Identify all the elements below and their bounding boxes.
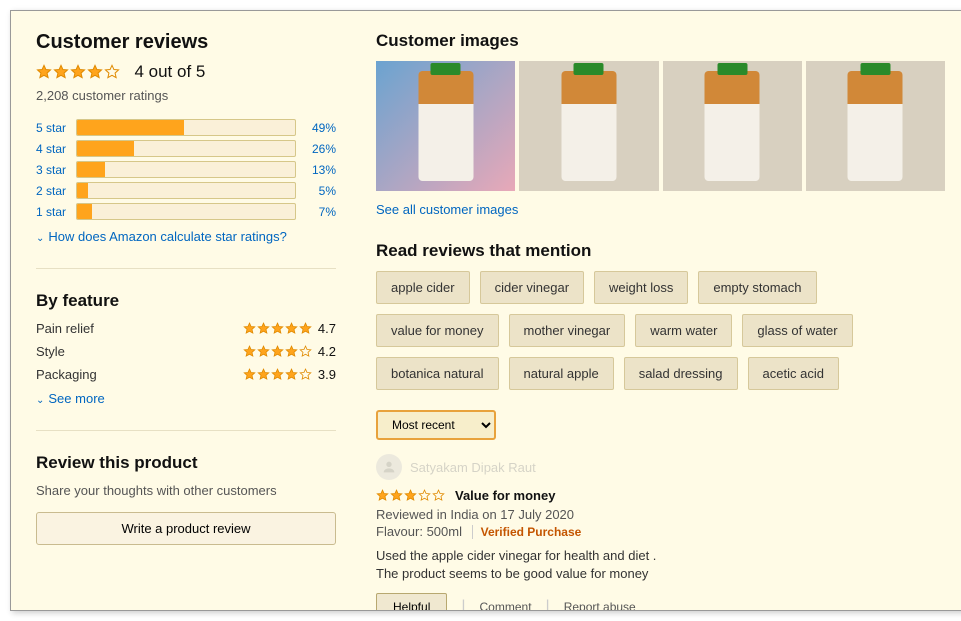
reviews-heading: Customer reviews: [36, 31, 336, 54]
review-stars: [376, 489, 445, 502]
overall-rating: 4 out of 5: [36, 62, 336, 82]
review-prompt: Share your thoughts with other customers: [36, 483, 336, 498]
hist-pct: 49%: [296, 121, 336, 135]
customer-image[interactable]: [663, 61, 802, 191]
mention-tag[interactable]: value for money: [376, 314, 499, 347]
ratings-count: 2,208 customer ratings: [36, 88, 336, 103]
calc-ratings-link[interactable]: ⌄How does Amazon calculate star ratings?: [36, 229, 287, 244]
hist-bar: [76, 161, 296, 178]
feature-row: Style 4.2: [36, 344, 336, 359]
hist-label: 1 star: [36, 205, 76, 219]
chevron-down-icon: ⌄: [36, 233, 44, 244]
feature-name: Style: [36, 344, 65, 359]
histogram-row[interactable]: 1 star 7%: [36, 203, 336, 220]
hist-pct: 5%: [296, 184, 336, 198]
hist-bar: [76, 203, 296, 220]
helpful-button[interactable]: Helpful: [376, 593, 447, 611]
hist-bar: [76, 140, 296, 157]
feature-score: 4.2: [318, 344, 336, 359]
by-feature-heading: By feature: [36, 291, 336, 311]
mention-tag[interactable]: glass of water: [742, 314, 852, 347]
hist-label: 2 star: [36, 184, 76, 198]
mention-tag[interactable]: cider vinegar: [480, 271, 584, 304]
hist-label: 5 star: [36, 121, 76, 135]
verified-purchase-badge: Verified Purchase: [472, 525, 582, 539]
feature-name: Packaging: [36, 367, 97, 382]
hist-pct: 7%: [296, 205, 336, 219]
sort-select[interactable]: Most recent: [376, 410, 496, 440]
histogram-row[interactable]: 5 star 49%: [36, 119, 336, 136]
histogram-row[interactable]: 3 star 13%: [36, 161, 336, 178]
hist-bar: [76, 182, 296, 199]
reviewer-byline[interactable]: Satyakam Dipak Raut: [376, 454, 945, 480]
customer-images-heading: Customer images: [376, 31, 945, 51]
comment-link[interactable]: Comment: [480, 600, 532, 611]
chevron-down-icon: ⌄: [36, 395, 44, 406]
feature-score: 3.9: [318, 367, 336, 382]
histogram-row[interactable]: 2 star 5%: [36, 182, 336, 199]
customer-image[interactable]: [519, 61, 658, 191]
review-date: Reviewed in India on 17 July 2020: [376, 507, 945, 522]
mention-tag[interactable]: apple cider: [376, 271, 470, 304]
feature-row: Pain relief 4.7: [36, 321, 336, 336]
mention-tag[interactable]: mother vinegar: [509, 314, 626, 347]
mention-tag[interactable]: botanica natural: [376, 357, 499, 390]
mention-tag[interactable]: empty stomach: [698, 271, 816, 304]
mention-tag[interactable]: warm water: [635, 314, 732, 347]
mention-tag[interactable]: weight loss: [594, 271, 688, 304]
customer-image[interactable]: [376, 61, 515, 191]
hist-bar: [76, 119, 296, 136]
see-more-features[interactable]: ⌄See more: [36, 391, 105, 406]
mention-tag[interactable]: natural apple: [509, 357, 614, 390]
rating-summary: 4 out of 5: [134, 62, 205, 81]
hist-label: 4 star: [36, 142, 76, 156]
feature-name: Pain relief: [36, 321, 94, 336]
reviewer-name: Satyakam Dipak Raut: [410, 460, 536, 475]
review-variant: Flavour: 500ml Verified Purchase: [376, 524, 945, 539]
hist-pct: 13%: [296, 163, 336, 177]
report-abuse-link[interactable]: Report abuse: [564, 600, 636, 611]
see-all-images-link[interactable]: See all customer images: [376, 202, 518, 217]
mention-tag[interactable]: salad dressing: [624, 357, 738, 390]
review-body: Used the apple cider vinegar for health …: [376, 547, 945, 583]
customer-images-strip: [376, 61, 945, 191]
hist-label: 3 star: [36, 163, 76, 177]
rating-histogram: 5 star 49% 4 star 26% 3 star 13% 2 star 5% 1…: [36, 119, 336, 220]
avatar-icon: [376, 454, 402, 480]
mentions-heading: Read reviews that mention: [376, 241, 945, 261]
review-title[interactable]: Value for money: [455, 488, 555, 503]
hist-pct: 26%: [296, 142, 336, 156]
review-this-heading: Review this product: [36, 453, 336, 473]
feature-score: 4.7: [318, 321, 336, 336]
mention-tag[interactable]: acetic acid: [748, 357, 839, 390]
histogram-row[interactable]: 4 star 26%: [36, 140, 336, 157]
customer-image[interactable]: [806, 61, 945, 191]
write-review-button[interactable]: Write a product review: [36, 512, 336, 545]
feature-row: Packaging 3.9: [36, 367, 336, 382]
